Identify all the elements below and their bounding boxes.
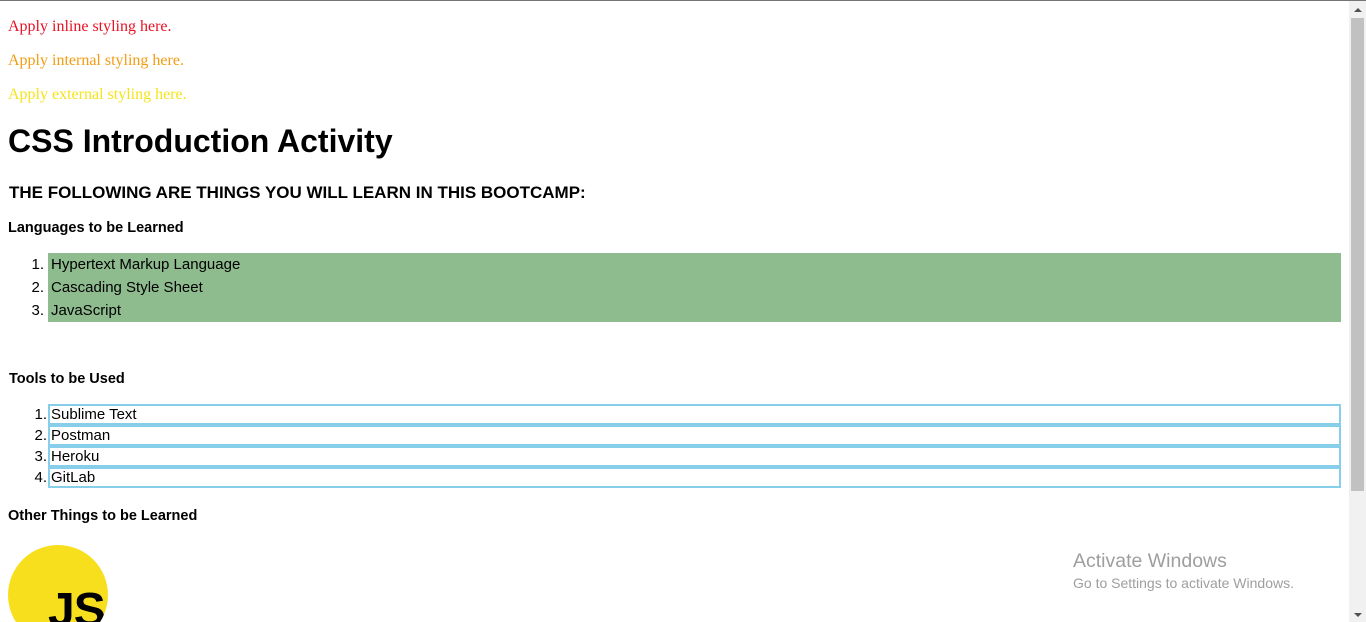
- list-item-label: Hypertext Markup Language: [51, 256, 241, 273]
- external-styling-text: Apply external styling here.: [8, 86, 187, 103]
- list-item: 1. Hypertext Markup Language: [31, 253, 1341, 276]
- list-number: 3.: [31, 302, 44, 319]
- list-item-label: Heroku: [51, 448, 100, 465]
- scroll-up-arrow-icon[interactable]: [1349, 1, 1366, 18]
- page-subtitle: THE FOLLOWING ARE THINGS YOU WILL LEARN …: [9, 183, 586, 202]
- list-item: 2. Cascading Style Sheet: [31, 276, 1341, 299]
- list-item: 1. Sublime Text: [34, 404, 1341, 425]
- watermark-subtitle: Go to Settings to activate Windows.: [1073, 575, 1294, 591]
- list-number: 1.: [31, 256, 44, 273]
- scroll-thumb[interactable]: [1351, 18, 1364, 491]
- list-number: 4.: [34, 469, 47, 486]
- scroll-down-arrow-icon[interactable]: [1349, 606, 1366, 622]
- javascript-logo-icon: JS: [8, 545, 108, 622]
- tools-heading: Tools to be Used: [9, 371, 125, 387]
- list-item: 2. Postman: [34, 425, 1341, 446]
- watermark-title: Activate Windows: [1073, 550, 1227, 572]
- inline-styling-text: Apply inline styling here.: [8, 18, 172, 35]
- vertical-scrollbar[interactable]: [1349, 1, 1366, 622]
- list-item: 3. Heroku: [34, 446, 1341, 467]
- list-number: 2.: [34, 427, 47, 444]
- list-item-label: Sublime Text: [51, 406, 137, 423]
- list-item-label: Postman: [51, 427, 111, 444]
- page-title: CSS Introduction Activity: [8, 123, 393, 159]
- list-item-label: GitLab: [51, 469, 96, 486]
- javascript-logo-text: JS: [48, 584, 106, 622]
- list-number: 1.: [34, 406, 47, 423]
- page-content: Apply inline styling here. Apply interna…: [0, 1, 1349, 622]
- list-item-label: JavaScript: [51, 302, 122, 319]
- languages-heading: Languages to be Learned: [8, 220, 184, 236]
- activate-windows-watermark: Activate Windows Go to Settings to activ…: [1073, 549, 1294, 593]
- list-item-label: Cascading Style Sheet: [51, 279, 203, 296]
- internal-styling-text: Apply internal styling here.: [8, 52, 184, 69]
- other-things-heading: Other Things to be Learned: [8, 508, 198, 524]
- list-number: 3.: [34, 448, 47, 465]
- languages-list: 1. Hypertext Markup Language 2. Cascadin…: [31, 253, 1341, 322]
- tools-list: 1. Sublime Text 2. Postman 3. Heroku 4. …: [34, 404, 1341, 488]
- list-number: 2.: [31, 279, 44, 296]
- list-item: 3. JavaScript: [31, 299, 1341, 322]
- list-item: 4. GitLab: [34, 467, 1341, 488]
